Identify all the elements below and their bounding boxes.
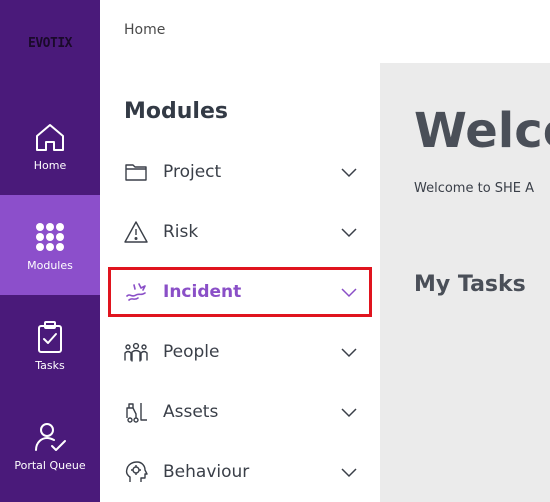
chevron-down-icon[interactable]	[340, 166, 358, 178]
left-rail: EVOTIX Home Modules Tasks Portal Queue	[0, 0, 100, 502]
warning-icon	[124, 221, 148, 243]
my-tasks-heading: My Tasks	[414, 272, 526, 297]
folder-icon	[125, 164, 147, 181]
chevron-down-icon[interactable]	[340, 226, 358, 238]
module-item-people[interactable]: People	[124, 332, 358, 372]
selection-highlight	[108, 267, 372, 317]
rail-label-home: Home	[33, 158, 67, 172]
home-icon	[36, 123, 64, 151]
module-label-behaviour: Behaviour	[163, 462, 250, 482]
module-label-project: Project	[163, 162, 222, 182]
chevron-down-icon[interactable]	[340, 406, 358, 418]
welcome-subtitle: Welcome to SHE A	[414, 181, 535, 196]
people-icon	[124, 342, 148, 362]
module-label-risk: Risk	[163, 222, 199, 242]
modules-title: Modules	[124, 99, 228, 124]
forklift-icon	[126, 403, 147, 423]
module-item-behaviour[interactable]: Behaviour	[124, 452, 358, 492]
brand-logo: EVOTIX	[28, 36, 72, 51]
module-label-assets: Assets	[163, 402, 219, 422]
rail-label-portal-queue: Portal Queue	[14, 458, 86, 472]
chevron-down-icon[interactable]	[340, 346, 358, 358]
user-check-icon	[35, 422, 66, 451]
module-item-assets[interactable]: Assets	[124, 392, 358, 432]
rail-item-tasks[interactable]: Tasks	[0, 295, 100, 395]
clipboard-check-icon	[38, 320, 62, 353]
breadcrumb-home[interactable]: Home	[124, 22, 165, 38]
rail-label-tasks: Tasks	[35, 358, 65, 372]
grid-icon	[36, 222, 64, 251]
module-label-people: People	[163, 342, 220, 362]
module-item-risk[interactable]: Risk	[124, 212, 358, 252]
module-item-project[interactable]: Project	[124, 152, 358, 192]
rail-label-modules: Modules	[27, 258, 73, 272]
rail-item-portal-queue[interactable]: Portal Queue	[0, 395, 100, 495]
rail-item-home[interactable]: Home	[0, 95, 100, 195]
main-content: Welco Welcome to SHE A My Tasks	[380, 63, 550, 502]
brain-icon	[125, 461, 148, 482]
rail-item-modules[interactable]: Modules	[0, 195, 100, 295]
chevron-down-icon[interactable]	[340, 466, 358, 478]
welcome-heading: Welco	[414, 103, 550, 159]
